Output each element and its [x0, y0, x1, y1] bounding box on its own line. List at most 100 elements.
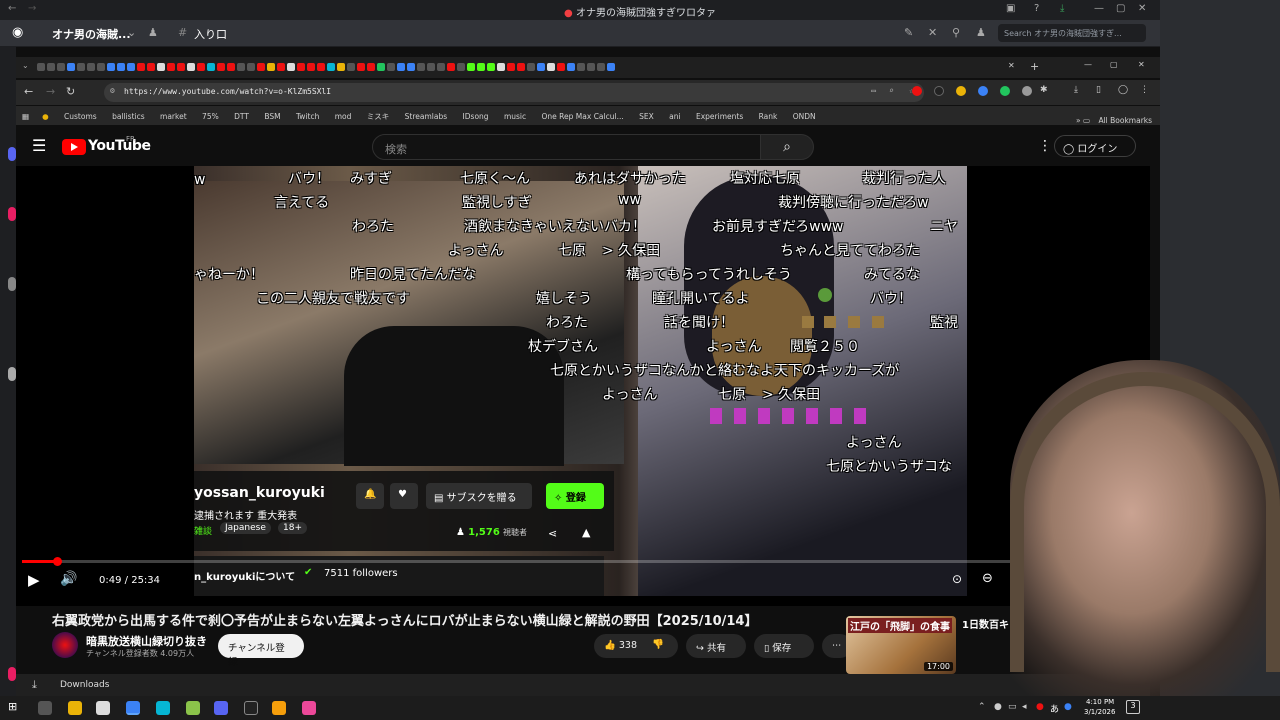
profile-icon[interactable]: ◯: [1118, 85, 1128, 95]
tab-favicon-icon[interactable]: [347, 63, 355, 71]
tab-favicon-icon[interactable]: [297, 63, 305, 71]
tab-favicon-icon[interactable]: [287, 63, 295, 71]
tab-search-icon[interactable]: ⌄: [22, 61, 29, 70]
autoplay-toggle-icon[interactable]: ⊖: [982, 571, 993, 586]
bookmark-item[interactable]: ani: [669, 112, 680, 121]
bookmark-item[interactable]: Customs: [64, 112, 97, 121]
threads-icon[interactable]: ✎: [904, 26, 913, 39]
tab-favicon-icon[interactable]: [197, 63, 205, 71]
download-icon[interactable]: ⤓: [32, 678, 37, 692]
tab-favicon-icon[interactable]: [437, 63, 445, 71]
server-icon[interactable]: [8, 147, 16, 161]
tab-favicon-icon[interactable]: [157, 63, 165, 71]
bookmark-item[interactable]: Streamlabs: [405, 112, 447, 121]
like-count[interactable]: 338: [619, 640, 637, 651]
site-info-icon[interactable]: ⚙: [110, 86, 115, 95]
follow-heart-button[interactable]: ♥: [390, 483, 418, 509]
bookmark-item[interactable]: mod: [335, 112, 352, 121]
discord-app-icon[interactable]: [214, 701, 228, 715]
tab-favicon-icon[interactable]: [487, 63, 495, 71]
tab-favicon-icon[interactable]: [217, 63, 225, 71]
tab-favicon-icon[interactable]: [527, 63, 535, 71]
login-button[interactable]: ◯ ログイン: [1054, 135, 1136, 157]
mute-icon[interactable]: ✕: [928, 26, 937, 39]
tab-favicon-icon[interactable]: [67, 63, 75, 71]
obs-app-icon[interactable]: [244, 701, 258, 715]
discord-logo-icon[interactable]: ◉: [12, 25, 23, 40]
play-icon[interactable]: ▶: [28, 571, 40, 589]
extension-icon[interactable]: [934, 86, 944, 96]
app-icon[interactable]: [96, 701, 110, 715]
tab-favicon-icon[interactable]: [267, 63, 275, 71]
tab-favicon-icon[interactable]: [277, 63, 285, 71]
address-bar[interactable]: ⚙ https://www.youtube.com/watch?v=o-KlZm…: [104, 83, 924, 102]
discord-search-input[interactable]: Search オナ男の海賊団強すぎ...: [998, 24, 1146, 42]
tab-favicon-icon[interactable]: [327, 63, 335, 71]
thumbs-down-icon[interactable]: 👎: [652, 639, 664, 650]
network-icon[interactable]: ▭: [1008, 702, 1017, 712]
tab-favicon-icon[interactable]: [247, 63, 255, 71]
tray-chevron-icon[interactable]: ⌃: [978, 702, 986, 712]
extension-icon[interactable]: [978, 86, 988, 96]
bookmark-item[interactable]: ミスキ: [367, 111, 390, 122]
tab-favicon-icon[interactable]: [467, 63, 475, 71]
download-icon[interactable]: ⤓: [1060, 3, 1064, 14]
download-icon[interactable]: ⤓: [1074, 85, 1078, 95]
close-window-icon[interactable]: ✕: [1138, 60, 1145, 69]
next-video-thumbnail[interactable]: 江戸の「飛脚」の食事 17:00: [846, 616, 956, 674]
video-player[interactable]: w バウ！ みすぎ 七原く〜ん あれはダサかった 塩対応七原 裁判行った人 言え…: [16, 166, 1150, 606]
back-icon[interactable]: ←: [24, 85, 33, 98]
tab-favicon-icon[interactable]: [607, 63, 615, 71]
start-windows-icon[interactable]: ⊞: [8, 700, 22, 714]
channel-handle[interactable]: yossan_kuroyuki: [194, 485, 325, 501]
cast-icon[interactable]: ▭: [871, 86, 876, 95]
server-icon[interactable]: [8, 207, 16, 221]
hamburger-menu-icon[interactable]: ☰: [32, 136, 46, 155]
extensions-puzzle-icon[interactable]: ✱: [1040, 85, 1048, 95]
tab-favicon-icon[interactable]: [427, 63, 435, 71]
tab-favicon-icon[interactable]: [357, 63, 365, 71]
maximize-icon[interactable]: ▢: [1110, 60, 1118, 69]
tab-favicon-icon[interactable]: [537, 63, 545, 71]
channel-name[interactable]: 入り口: [194, 26, 227, 42]
maximize-icon[interactable]: ▢: [1116, 3, 1125, 14]
tab-favicon-icon[interactable]: [547, 63, 555, 71]
bookmark-item[interactable]: IDsong: [463, 112, 489, 121]
tab-favicon-icon[interactable]: [177, 63, 185, 71]
tab-favicon-icon[interactable]: [447, 63, 455, 71]
bookmark-item[interactable]: Twitch: [296, 112, 319, 121]
pin-icon[interactable]: ⚲: [952, 26, 960, 39]
extension-icon[interactable]: [912, 86, 922, 96]
save-button[interactable]: ▯ 保存: [754, 634, 814, 658]
minimize-icon[interactable]: —: [1084, 60, 1092, 69]
volume-icon[interactable]: 🔊: [60, 571, 77, 587]
channel-subscribe-button[interactable]: チャンネル登録: [218, 634, 304, 668]
tab-favicon-icon[interactable]: [57, 63, 65, 71]
tab-favicon-icon[interactable]: [557, 63, 565, 71]
tab-favicon-icon[interactable]: [117, 63, 125, 71]
volume-tray-icon[interactable]: ◂: [1022, 702, 1027, 712]
taskview-icon[interactable]: [38, 701, 52, 715]
file-explorer-icon[interactable]: [68, 701, 82, 715]
bookmark-item[interactable]: market: [160, 112, 187, 121]
tab-favicon-icon[interactable]: [457, 63, 465, 71]
extension-icon[interactable]: [956, 86, 966, 96]
tab-favicon-icon[interactable]: [127, 63, 135, 71]
bookmark-item[interactable]: ONDN: [793, 112, 816, 121]
tab-favicon-icon[interactable]: [577, 63, 585, 71]
channel-avatar[interactable]: [52, 632, 78, 658]
thumbs-up-icon[interactable]: 👍: [604, 640, 619, 651]
close-tab-icon[interactable]: ✕: [1008, 61, 1015, 70]
tab-favicon-icon[interactable]: [107, 63, 115, 71]
tab-favicon-icon[interactable]: [207, 63, 215, 71]
tab-favicon-icon[interactable]: [397, 63, 405, 71]
bookmark-item[interactable]: One Rep Max Calcul...: [542, 112, 624, 121]
reload-icon[interactable]: ↻: [66, 85, 75, 98]
bookmark-item[interactable]: Rank: [759, 112, 778, 121]
gift-sub-button[interactable]: ▤ サブスクを贈る: [426, 483, 532, 509]
progress-scrubber[interactable]: [53, 557, 63, 566]
extension-icon[interactable]: [1000, 86, 1010, 96]
channel-name[interactable]: 暗黒放送横山緑切り抜き: [86, 633, 207, 649]
browser-app-icon[interactable]: [126, 701, 140, 715]
tab-favicon-icon[interactable]: [517, 63, 525, 71]
